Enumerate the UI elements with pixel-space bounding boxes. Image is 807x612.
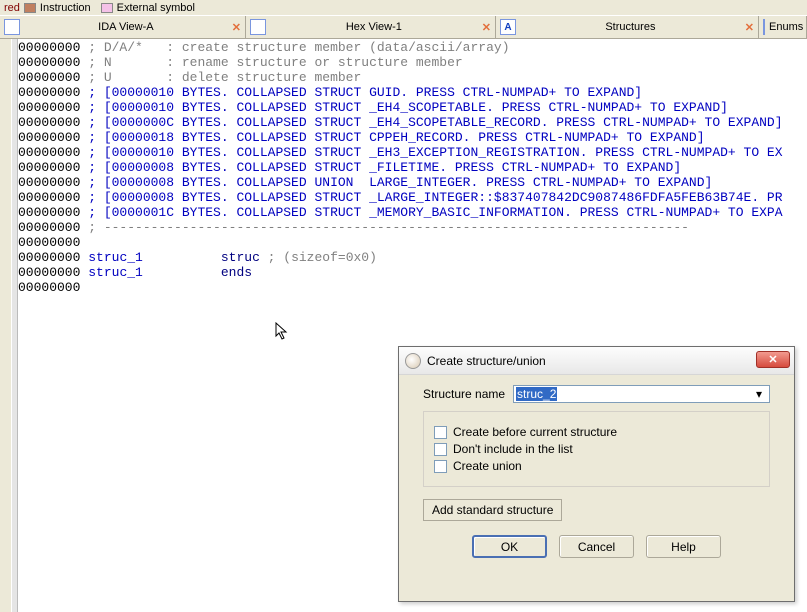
- code-line[interactable]: 00000000: [18, 235, 807, 250]
- legend-swatch-extsym: [101, 3, 113, 13]
- tab-structures[interactable]: A Structures ✕: [496, 16, 759, 38]
- ok-button[interactable]: OK: [472, 535, 547, 558]
- disasm-icon: [4, 19, 20, 35]
- gutter: [0, 39, 12, 612]
- help-button[interactable]: Help: [646, 535, 721, 558]
- cb-label: Create before current structure: [453, 425, 617, 439]
- code-line[interactable]: 00000000 ; [00000018 BYTES. COLLAPSED ST…: [18, 130, 807, 145]
- checkbox-no-list[interactable]: [434, 443, 447, 456]
- checkbox-create-union[interactable]: [434, 460, 447, 473]
- legend-swatch-instruction: [24, 3, 36, 13]
- code-line[interactable]: 00000000 ; N : rename structure or struc…: [18, 55, 807, 70]
- code-line[interactable]: 00000000 ; [00000010 BYTES. COLLAPSED ST…: [18, 145, 807, 160]
- tab-enums[interactable]: Enums: [759, 16, 807, 38]
- code-line[interactable]: 00000000 ; [00000008 BYTES. COLLAPSED ST…: [18, 160, 807, 175]
- legend-instruction: Instruction: [40, 2, 91, 14]
- tab-label: IDA View-A: [24, 21, 228, 33]
- code-line[interactable]: 00000000 struc_1 struc ; (sizeof=0x0): [18, 250, 807, 265]
- create-structure-dialog: Create structure/union ✕ Structure name …: [398, 346, 795, 602]
- tab-hex-view[interactable]: Hex View-1 ✕: [246, 16, 496, 38]
- cb-label: Don't include in the list: [453, 442, 573, 456]
- options-group: Create before current structure Don't in…: [423, 411, 770, 487]
- legend-extsym: External symbol: [117, 2, 195, 14]
- checkbox-create-before[interactable]: [434, 426, 447, 439]
- hex-icon: [250, 19, 266, 35]
- code-line[interactable]: 00000000: [18, 280, 807, 295]
- enum-icon: [763, 19, 765, 35]
- dialog-titlebar[interactable]: Create structure/union ✕: [399, 347, 794, 375]
- close-button[interactable]: ✕: [756, 351, 790, 368]
- code-line[interactable]: 00000000 ; -----------------------------…: [18, 220, 807, 235]
- structure-name-label: Structure name: [423, 387, 505, 401]
- code-line[interactable]: 00000000 ; [00000008 BYTES. COLLAPSED UN…: [18, 175, 807, 190]
- tab-label: Structures: [520, 21, 741, 33]
- structure-name-value: struc_2: [516, 387, 557, 401]
- code-line[interactable]: 00000000 ; [00000008 BYTES. COLLAPSED ST…: [18, 190, 807, 205]
- tab-label: Hex View-1: [270, 21, 478, 33]
- close-icon[interactable]: ✕: [232, 21, 241, 34]
- structure-name-input[interactable]: struc_2 ▾: [513, 385, 770, 403]
- code-line[interactable]: 00000000 ; U : delete structure member: [18, 70, 807, 85]
- app-icon: [405, 353, 421, 369]
- tab-bar: IDA View-A ✕ Hex View-1 ✕ A Structures ✕…: [0, 15, 807, 39]
- add-standard-structure-button[interactable]: Add standard structure: [423, 499, 562, 521]
- code-line[interactable]: 00000000 ; [0000001C BYTES. COLLAPSED ST…: [18, 205, 807, 220]
- close-icon[interactable]: ✕: [482, 21, 491, 34]
- tab-ida-view[interactable]: IDA View-A ✕: [0, 16, 246, 38]
- code-line[interactable]: 00000000 struc_1 ends: [18, 265, 807, 280]
- cancel-button[interactable]: Cancel: [559, 535, 634, 558]
- code-line[interactable]: 00000000 ; [00000010 BYTES. COLLAPSED ST…: [18, 85, 807, 100]
- code-line[interactable]: 00000000 ; [0000000C BYTES. COLLAPSED ST…: [18, 115, 807, 130]
- struct-icon: A: [500, 19, 516, 35]
- tab-label: Enums: [769, 21, 803, 33]
- chevron-down-icon[interactable]: ▾: [751, 387, 767, 401]
- dialog-title: Create structure/union: [427, 354, 546, 368]
- close-icon[interactable]: ✕: [745, 21, 754, 34]
- code-line[interactable]: 00000000 ; [00000010 BYTES. COLLAPSED ST…: [18, 100, 807, 115]
- legend-bar: red Instruction External symbol: [0, 0, 807, 15]
- legend-red: red: [4, 2, 20, 14]
- code-line[interactable]: 00000000 ; D/A/* : create structure memb…: [18, 40, 807, 55]
- cb-label: Create union: [453, 459, 522, 473]
